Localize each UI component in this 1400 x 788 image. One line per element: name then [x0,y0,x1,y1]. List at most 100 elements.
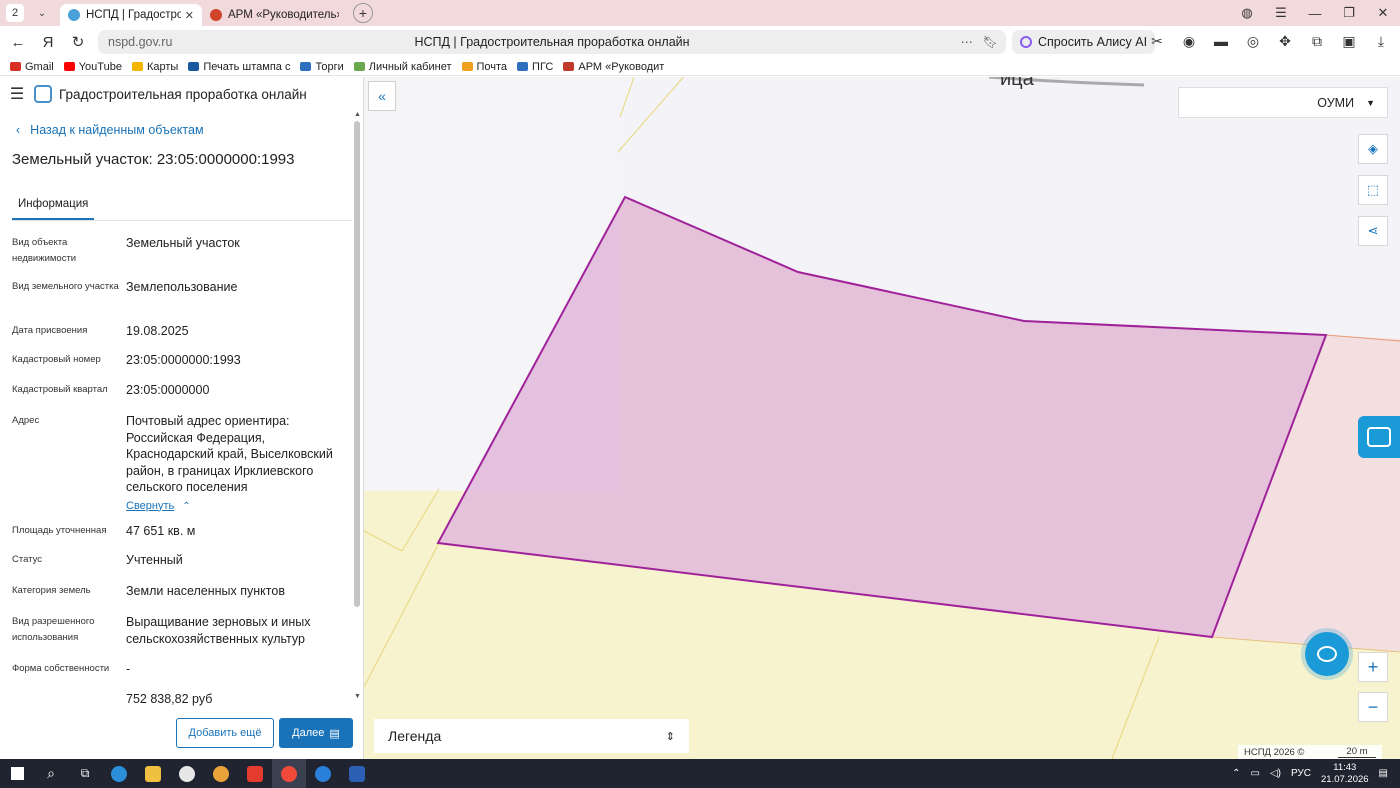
parcel-boundary [1111,636,1160,759]
bookmark-label: Печать штампа с [203,60,291,73]
download-icon[interactable]: ⤓ [1370,30,1392,52]
collapse-address-link[interactable]: Свернуть [126,498,174,515]
menu-icon[interactable]: ☰ [1264,5,1298,21]
extension-icon[interactable]: ▬ [1210,30,1232,52]
layers-icon: ◈ [1368,141,1378,156]
bookmark-item[interactable]: Личный кабинет [353,60,452,73]
area-select-button[interactable]: ⬚ [1358,175,1388,205]
property-row: Вид разрешенного использования Выращивани… [12,614,363,661]
collapse-panel-button[interactable]: « [368,81,396,111]
browser-tab-arm[interactable]: АРМ «Руководитель» [202,4,347,26]
close-window-button[interactable]: ✕ [1366,5,1400,21]
map-drawing: ица [364,77,1400,759]
close-icon[interactable]: ✕ [185,9,194,22]
taskbar-app-messenger[interactable] [306,759,340,788]
extension-icon[interactable]: ◎ [1242,30,1264,52]
taskbar-app-arm[interactable] [170,759,204,788]
legend-dropdown[interactable]: Легенда ⇕ [374,719,689,753]
bookmark-icon[interactable]: 🔖︎ [983,35,998,49]
back-to-results-link[interactable]: ‹ Назад к найденным объектам [16,123,363,137]
chat-button[interactable] [1305,632,1349,676]
map-canvas[interactable]: ица [364,77,1400,759]
chevron-up-icon[interactable]: ⌃ [1232,768,1240,779]
browser-tab-nspd[interactable]: НСПД | Градостроител ✕ [60,4,202,26]
bookmark-item[interactable]: Почта [461,61,507,73]
extension-icon[interactable]: ✂ [1146,30,1168,52]
zoom-in-button[interactable]: + [1358,652,1388,682]
parcel-boundary [401,488,440,552]
volume-icon[interactable]: ◁) [1270,768,1281,779]
clock[interactable]: 11:43 21.07.2026 [1321,762,1369,786]
minimize-button[interactable]: — [1298,6,1332,21]
property-label: Площадь уточненная [12,525,107,536]
task-view-button[interactable]: ⧉ [68,759,102,788]
new-tab-button[interactable]: + [353,3,373,23]
add-more-button[interactable]: Добавить ещё [176,718,274,748]
panel-scrollbar[interactable] [354,121,360,607]
chevron-left-icon: ‹ [16,123,21,137]
tab-title: НСПД | Градостроител [86,9,181,21]
app-logo-icon [34,85,52,103]
scroll-down-icon[interactable]: ▼ [354,693,361,700]
puzzle-icon[interactable]: ✥ [1274,30,1296,52]
assistant-button[interactable] [1358,416,1400,458]
bookmark-favicon-icon [10,62,21,71]
property-value-wrap: 47 651 кв. м [126,523,348,552]
reload-icon[interactable]: ↻ [63,33,93,51]
next-button[interactable]: Далее ▤ [279,718,353,748]
restore-button[interactable]: ❐ [1332,5,1366,21]
bookmark-favicon-icon [461,62,473,71]
taskbar-app-yandex-browser[interactable] [272,759,306,788]
zoom-area-icon: ⬚ [1366,182,1380,197]
nspd-favicon-icon [68,9,80,21]
ask-alice-button[interactable]: Спросить Алису AI [1012,30,1156,54]
bookmark-item[interactable]: Торги [300,61,344,73]
zoom-out-button[interactable]: − [1358,692,1388,722]
tab-information[interactable]: Информация [12,198,95,220]
start-button[interactable] [0,759,34,788]
hamburger-menu-icon[interactable]: ☰ [0,84,34,104]
taskbar-app-yandex[interactable] [238,759,272,788]
network-icon[interactable]: ▭ [1250,768,1259,779]
bookmark-item[interactable]: Печать штампа с [188,61,290,73]
property-label: Вид объекта недвижимости [12,237,77,264]
chevron-down-icon[interactable]: ⌄ [32,8,52,19]
more-icon[interactable]: ⋯ [961,35,973,49]
extension-icon[interactable]: ▣ [1338,30,1360,52]
taskbar-app-ie[interactable] [102,759,136,788]
taskbar-app-chrome[interactable] [204,759,238,788]
property-value-wrap: Выращивание зерновых и иных сельскохозяй… [126,614,348,661]
profile-icon[interactable]: ◍ [1230,5,1264,21]
share-button[interactable]: ⋖ [1358,216,1388,246]
property-label: Форма собственности [12,663,110,674]
address-bar[interactable]: nspd.gov.ru НСПД | Градостроительная про… [98,30,1006,54]
bookmark-item[interactable]: Gmail [10,61,54,73]
language-indicator[interactable]: РУС [1291,768,1311,779]
bookmark-label: Личный кабинет [368,60,452,73]
extension-icon[interactable]: ◉ [1178,30,1200,52]
search-button[interactable]: ⌕ [34,759,68,788]
property-value-wrap: - [126,661,348,691]
yandex-icon[interactable]: Я [33,34,63,51]
bookmark-item[interactable]: Карты [131,61,178,73]
bookmark-item[interactable]: ПГС [517,61,553,73]
property-label: Статус [12,554,43,565]
back-arrow-icon[interactable]: ← [3,34,33,51]
system-tray: ⌃ ▭ ◁) РУС 11:43 21.07.2026 ▤ [1232,759,1400,788]
layer-select[interactable]: ОУМИ ▼ [1178,87,1388,118]
layers-button[interactable]: ◈ [1358,134,1388,164]
taskbar-app-explorer[interactable] [136,759,170,788]
bookmark-item[interactable]: YouTube [63,61,122,73]
bookmark-item[interactable]: АРМ «Руководит [563,61,664,73]
property-value-wrap: Земельный участок [126,235,348,279]
scroll-up-icon[interactable]: ▲ [354,111,361,118]
taskbar-app-word[interactable] [340,759,374,788]
tab-count-badge[interactable]: 2 [6,4,24,22]
property-row: Кадастровый квартал 23:05:0000000 [12,382,363,413]
app-title: Градостроительная проработка онлайн [59,86,307,102]
property-value: Почтовый адрес ориентира: Российская Фед… [126,414,333,494]
extension-icon[interactable]: ⧉ [1306,30,1328,52]
property-label: Кадастровый квартал [12,384,108,395]
bookmark-favicon-icon [300,62,312,71]
notifications-icon[interactable]: ▤ [1379,768,1388,779]
